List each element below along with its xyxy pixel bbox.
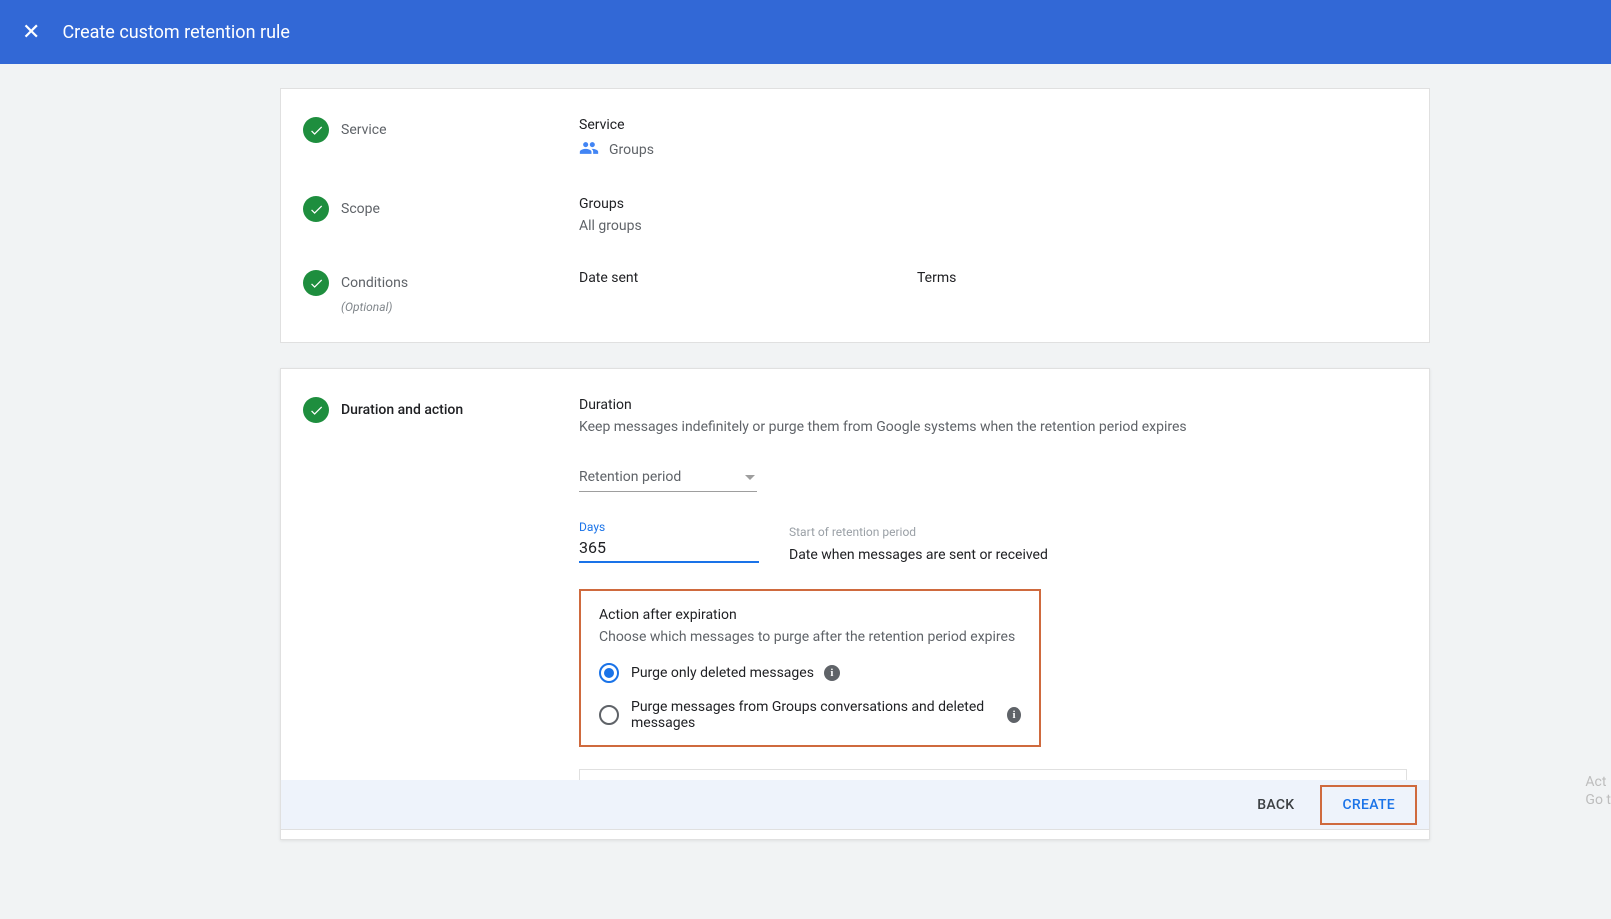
- radio-label: Purge only deleted messages: [631, 665, 814, 681]
- info-icon[interactable]: i: [1007, 707, 1021, 723]
- step-label: Scope: [341, 196, 380, 222]
- start-label: Start of retention period: [789, 525, 1048, 539]
- days-label: Days: [579, 520, 759, 534]
- radio-icon: [599, 663, 619, 683]
- info-icon[interactable]: i: [824, 665, 840, 681]
- step-duration-card: Duration and action Duration Keep messag…: [280, 368, 1430, 840]
- radio-icon: [599, 705, 619, 725]
- check-icon: [303, 397, 329, 423]
- duration-subtitle: Keep messages indefinitely or purge them…: [579, 419, 1407, 435]
- duration-title: Duration: [579, 397, 1407, 413]
- back-button[interactable]: BACK: [1237, 787, 1314, 823]
- dropdown-label: Retention period: [579, 469, 681, 485]
- action-after-expiration-box: Action after expiration Choose which mes…: [579, 589, 1041, 747]
- field-title: Service: [579, 117, 1407, 133]
- truncated-watermark: Act Go t: [1585, 773, 1611, 809]
- check-icon: [303, 117, 329, 143]
- step-label: Conditions: [341, 270, 408, 296]
- create-button[interactable]: CREATE: [1320, 785, 1417, 825]
- step-label: Service: [341, 117, 387, 143]
- scope-value: All groups: [579, 218, 1407, 234]
- close-icon[interactable]: ✕: [18, 16, 44, 49]
- step-optional: (Optional): [341, 300, 408, 314]
- conditions-terms: Terms: [917, 270, 956, 286]
- chevron-down-icon: [745, 475, 755, 480]
- radio-label: Purge messages from Groups conversations…: [631, 699, 997, 731]
- service-value: Groups: [609, 142, 654, 158]
- start-desc: Date when messages are sent or received: [789, 547, 1048, 563]
- days-input[interactable]: [579, 534, 759, 563]
- step-label: Duration and action: [341, 397, 463, 423]
- field-title: Groups: [579, 196, 1407, 212]
- conditions-date-sent: Date sent: [579, 270, 917, 286]
- groups-icon: [579, 139, 599, 160]
- step-conditions[interactable]: Conditions (Optional) Date sent Terms: [281, 262, 1429, 322]
- action-subtitle: Choose which messages to purge after the…: [599, 629, 1021, 645]
- check-icon: [303, 270, 329, 296]
- step-service[interactable]: Service Service Groups: [281, 109, 1429, 188]
- dialog-header: ✕ Create custom retention rule: [0, 0, 1611, 64]
- check-icon: [303, 196, 329, 222]
- step-scope[interactable]: Scope Groups All groups: [281, 188, 1429, 262]
- retention-period-dropdown[interactable]: Retention period: [579, 463, 757, 492]
- radio-purge-deleted[interactable]: Purge only deleted messages i: [599, 663, 1021, 683]
- dialog-title: Create custom retention rule: [62, 22, 289, 43]
- steps-summary-card: Service Service Groups Scope Groups All: [280, 88, 1430, 343]
- radio-purge-all[interactable]: Purge messages from Groups conversations…: [599, 699, 1021, 731]
- action-title: Action after expiration: [599, 607, 1021, 623]
- dialog-footer: BACK CREATE: [280, 780, 1430, 830]
